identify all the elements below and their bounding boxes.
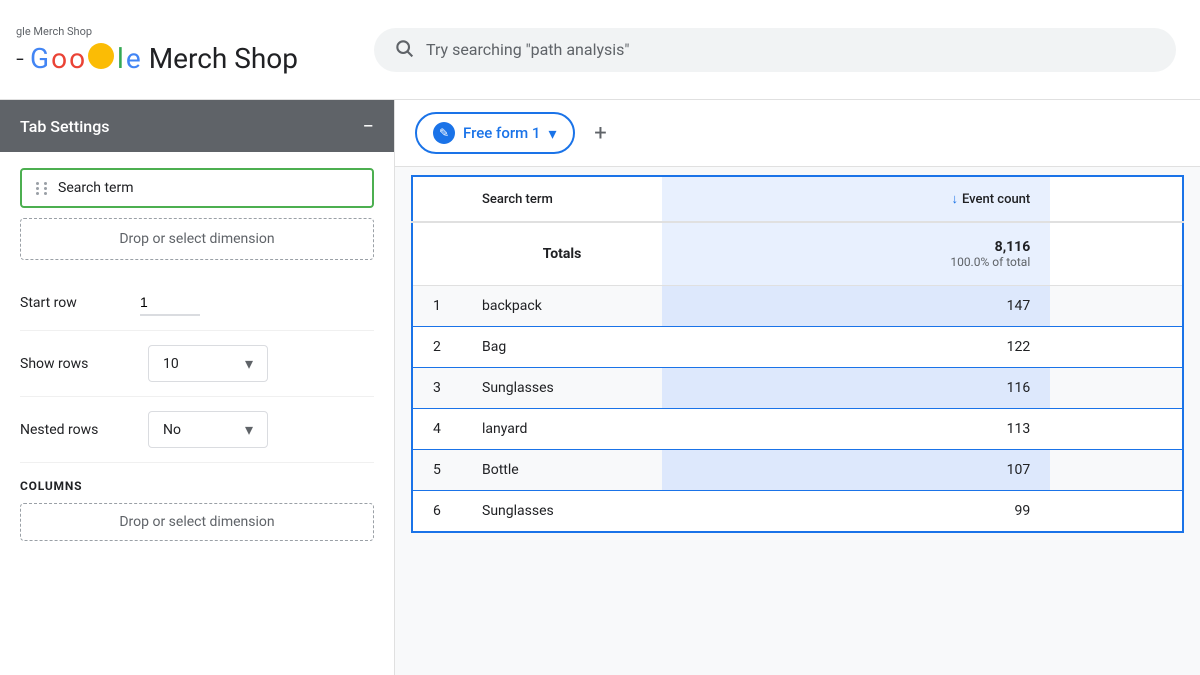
- totals-label-cell: Totals: [462, 222, 662, 286]
- col-index-header: [412, 176, 462, 222]
- sidebar-header: Tab Settings −: [0, 100, 394, 152]
- row-num-cell: 3: [412, 368, 462, 409]
- logo-large: - Goole Merch Shop: [16, 42, 334, 75]
- row-num-cell: 5: [412, 450, 462, 491]
- col-metric-header[interactable]: ↓Event count: [662, 176, 1050, 222]
- nested-rows-row: Nested rows No ▾: [20, 397, 374, 463]
- row-count-cell: 122: [662, 327, 1050, 368]
- show-rows-chevron-icon: ▾: [245, 354, 253, 373]
- tab-bar: ✎ Free form 1 ▾ +: [395, 100, 1200, 167]
- search-icon: [394, 38, 414, 62]
- sidebar: Tab Settings − Search term Drop or selec…: [0, 100, 395, 675]
- row-count-cell: 107: [662, 450, 1050, 491]
- start-row-row: Start row: [20, 276, 374, 331]
- search-placeholder: Try searching "path analysis": [426, 40, 630, 59]
- row-count-cell: 113: [662, 409, 1050, 450]
- nested-rows-select[interactable]: No ▾: [148, 411, 268, 448]
- drop-dimension-button[interactable]: Drop or select dimension: [20, 218, 374, 260]
- totals-pct: 100.0% of total: [682, 255, 1030, 269]
- data-table-wrapper: Search term ↓Event count Totals 8,116: [395, 167, 1200, 675]
- nested-rows-label: Nested rows: [20, 422, 140, 438]
- drag-handle-icon: [36, 182, 50, 195]
- col-dimension-header[interactable]: Search term: [462, 176, 662, 222]
- show-rows-row: Show rows 10 ▾: [20, 331, 374, 397]
- right-panel: ✎ Free form 1 ▾ + Search term ↓Event cou…: [395, 100, 1200, 675]
- search-term-chip[interactable]: Search term: [20, 168, 374, 208]
- totals-row: Totals 8,116 100.0% of total: [412, 222, 1183, 286]
- sidebar-collapse-button[interactable]: −: [363, 116, 374, 136]
- row-num-cell: 2: [412, 327, 462, 368]
- table-row: 5 Bottle 107: [412, 450, 1183, 491]
- rows-section: Search term Drop or select dimension: [20, 168, 374, 260]
- nested-rows-value: No: [163, 422, 181, 438]
- table-row: 2 Bag 122: [412, 327, 1183, 368]
- tab-add-button[interactable]: +: [583, 115, 619, 151]
- tab-free-form-1[interactable]: ✎ Free form 1 ▾: [415, 112, 575, 154]
- row-term-cell: Sunglasses: [462, 368, 662, 409]
- tab-edit-icon: ✎: [433, 122, 455, 144]
- table-row: 4 lanyard 113: [412, 409, 1183, 450]
- row-term-cell: backpack: [462, 286, 662, 327]
- top-bar: gle Merch Shop - Goole Merch Shop Try se…: [0, 0, 1200, 100]
- logo-small: gle Merch Shop: [16, 25, 334, 38]
- show-rows-select[interactable]: 10 ▾: [148, 345, 268, 382]
- row-num-cell: 6: [412, 491, 462, 533]
- data-table: Search term ↓Event count Totals 8,116: [411, 175, 1184, 533]
- main-content: Tab Settings − Search term Drop or selec…: [0, 100, 1200, 675]
- drop-col-dimension-button[interactable]: Drop or select dimension: [20, 503, 374, 541]
- search-bar[interactable]: Try searching "path analysis": [374, 28, 1176, 72]
- totals-value-cell: 8,116 100.0% of total: [662, 222, 1050, 286]
- col-empty-header: [1050, 176, 1183, 222]
- sort-arrow-icon: ↓: [951, 192, 958, 207]
- columns-section-label: COLUMNS: [20, 479, 374, 493]
- sidebar-body: Search term Drop or select dimension Sta…: [0, 152, 394, 675]
- logo-area: gle Merch Shop - Goole Merch Shop: [0, 15, 350, 85]
- row-count-cell: 99: [662, 491, 1050, 533]
- totals-empty-cell: [412, 222, 462, 286]
- logo-circle-o: [88, 43, 114, 69]
- row-count-cell: 147: [662, 286, 1050, 327]
- chip-label: Search term: [58, 180, 134, 196]
- table-row: 1 backpack 147: [412, 286, 1183, 327]
- table-row: 3 Sunglasses 116: [412, 368, 1183, 409]
- show-rows-label: Show rows: [20, 356, 140, 372]
- row-term-cell: lanyard: [462, 409, 662, 450]
- start-row-input[interactable]: [140, 290, 200, 316]
- table-header-row: Search term ↓Event count: [412, 176, 1183, 222]
- table-row: 6 Sunglasses 99: [412, 491, 1183, 533]
- sidebar-title: Tab Settings: [20, 117, 110, 136]
- row-count-cell: 116: [662, 368, 1050, 409]
- row-num-cell: 1: [412, 286, 462, 327]
- nested-rows-chevron-icon: ▾: [245, 420, 253, 439]
- start-row-label: Start row: [20, 295, 140, 311]
- tab-name: Free form 1: [463, 124, 540, 142]
- row-num-cell: 4: [412, 409, 462, 450]
- row-term-cell: Bag: [462, 327, 662, 368]
- tab-chevron-icon: ▾: [548, 124, 556, 143]
- row-term-cell: Sunglasses: [462, 491, 662, 533]
- row-term-cell: Bottle: [462, 450, 662, 491]
- show-rows-value: 10: [163, 356, 179, 372]
